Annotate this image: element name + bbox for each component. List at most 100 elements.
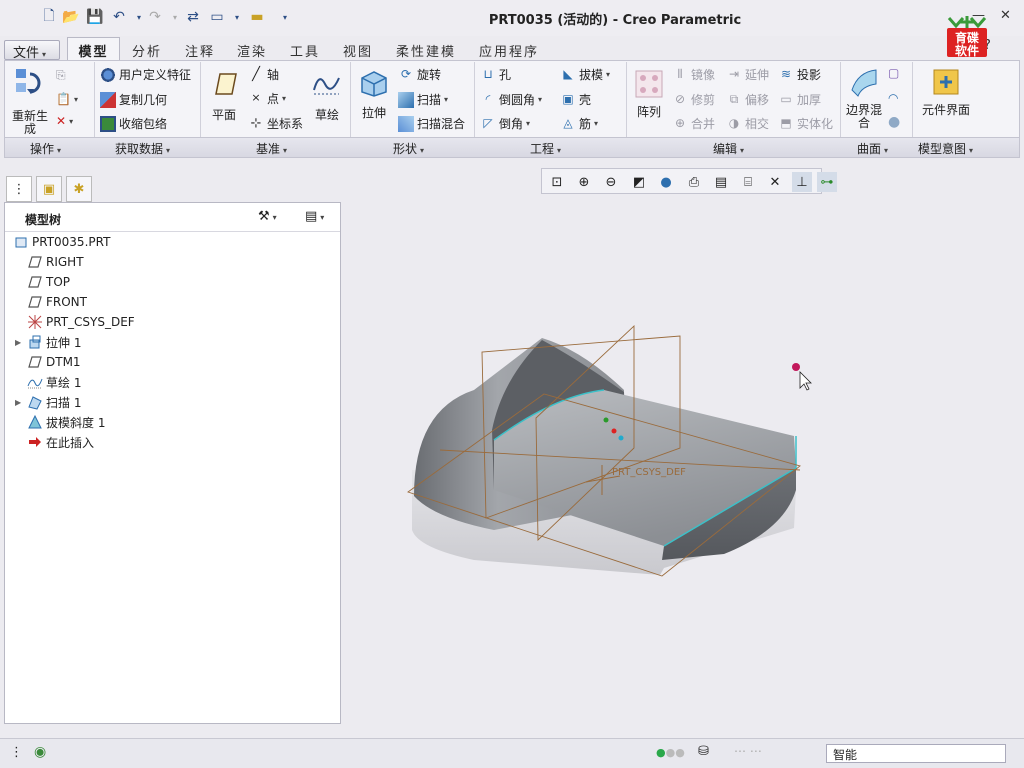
offset-button[interactable]: ⧉ 偏移 [726, 91, 769, 108]
point-button[interactable]: × 点 ▾ [248, 90, 286, 107]
model-tree-tab-icon[interactable]: ⋮ [6, 176, 32, 202]
saved-orientations-icon[interactable]: ⎙ [684, 172, 704, 192]
regenerate-button[interactable]: 重新生成 [10, 66, 50, 136]
show-navigator-icon[interactable]: ⋮ [10, 745, 23, 760]
tree-filter-icon[interactable]: ▤ ▾ [305, 209, 324, 224]
view-manager-icon[interactable]: ▤ [711, 172, 731, 192]
group-engineering[interactable]: 工程 ▾ [530, 140, 561, 157]
tab-tools[interactable]: 工具 [290, 41, 320, 61]
expand-arrow-icon[interactable]: ▶ [15, 338, 27, 347]
udf-button[interactable]: 用户定义特征 [100, 66, 191, 83]
tree-settings-icon[interactable]: ⚒ ▾ [258, 209, 277, 224]
perspective-icon[interactable]: ⌸ [738, 172, 758, 192]
chamfer-button[interactable]: ◸ 倒角 ▾ [480, 115, 530, 132]
tab-render[interactable]: 渲染 [237, 41, 267, 61]
rib-button[interactable]: ◬ 筋 ▾ [560, 115, 598, 132]
copy-geometry-button[interactable]: 复制几何 [100, 91, 167, 108]
plane-button[interactable]: 平面 [206, 68, 242, 123]
group-model-intent[interactable]: 模型意图 ▾ [918, 140, 973, 157]
tab-annotate[interactable]: 注释 [185, 41, 215, 61]
boundary-blend-button[interactable]: 边界混合 [844, 66, 884, 130]
project-button[interactable]: ≋ 投影 [778, 66, 821, 83]
copy-icon[interactable]: ⎘ [56, 68, 66, 83]
solidify-button[interactable]: ⬒ 实体化 [778, 115, 833, 132]
extend-icon: ⇥ [728, 66, 740, 81]
tab-model[interactable]: 模型 [67, 37, 120, 61]
refit-icon[interactable]: ⊡ [547, 172, 567, 192]
fill-surface-icon[interactable]: ▢ [888, 66, 899, 80]
tab-analysis[interactable]: 分析 [132, 41, 162, 61]
zoom-in-icon[interactable]: ⊕ [574, 172, 594, 192]
style-surface-icon[interactable]: ◠ [888, 91, 898, 105]
close-button[interactable]: ✕ [1000, 8, 1011, 23]
sketch-icon [313, 77, 340, 95]
sketch-button[interactable]: 草绘 [310, 68, 344, 123]
folder-browser-tab-icon[interactable]: ▣ [36, 176, 62, 202]
csys-button[interactable]: ⊹ 坐标系 [248, 115, 303, 132]
show-browser-icon[interactable]: ◉ [34, 744, 46, 760]
shrinkwrap-button[interactable]: 收缩包络 [100, 115, 167, 132]
window-title: PRT0035 (活动的) - Creo Parametric [488, 13, 742, 28]
tree-item-feature[interactable]: 在此插入 [5, 432, 335, 452]
paste-icon[interactable]: 📋 ▾ [56, 92, 78, 106]
group-editing[interactable]: 编辑 ▾ [713, 140, 744, 157]
datum-plane-display-icon[interactable]: ⊥ [792, 172, 812, 192]
extrude-button[interactable]: 拉伸 [356, 66, 392, 121]
graphics-viewport[interactable]: PRT_CSYS_DEF [344, 200, 1020, 736]
boundary-blend-icon [851, 69, 877, 97]
tree-item-feature[interactable]: TOP [5, 272, 335, 292]
group-operations[interactable]: 操作 ▾ [30, 140, 61, 157]
selection-filter-dropdown[interactable]: 智能 [826, 744, 1006, 763]
group-surfaces[interactable]: 曲面 ▾ [857, 140, 888, 157]
intersect-button[interactable]: ◑ 相交 [726, 115, 769, 132]
chamfer-icon: ◸ [483, 115, 493, 130]
freestyle-icon[interactable]: ● [888, 114, 900, 130]
tree-item-feature[interactable]: ▶ 扫描 1 [5, 392, 335, 412]
group-datum[interactable]: 基准 ▾ [256, 140, 287, 157]
graphics-toolbar: ⊡ ⊕ ⊖ ◩ ● ⎙ ▤ ⌸ ✕ ⊥ ⊶ [541, 168, 837, 194]
tab-flexible-modeling[interactable]: 柔性建模 [396, 41, 456, 61]
thicken-button[interactable]: ▭ 加厚 [778, 91, 821, 108]
merge-button[interactable]: ⊕ 合并 [672, 115, 715, 132]
sweep-button[interactable]: 扫描 ▾ [398, 91, 448, 108]
trim-button[interactable]: ⊘ 修剪 [672, 91, 715, 108]
mouse-cursor [792, 363, 812, 391]
sweep-icon [27, 394, 43, 410]
pattern-button[interactable]: 阵列 [632, 68, 666, 119]
extend-button[interactable]: ⇥ 延伸 [726, 66, 769, 83]
selection-filter-icon[interactable]: ⛁ [698, 744, 709, 759]
tree-item-feature[interactable]: ▶ 拉伸 1 [5, 332, 335, 352]
tree-item-feature[interactable]: RIGHT [5, 252, 335, 272]
round-button[interactable]: ◜ 倒圆角 ▾ [480, 91, 542, 108]
csys-label: PRT_CSYS_DEF [612, 467, 686, 478]
tree-item-feature[interactable]: DTM1 [5, 352, 335, 372]
datum-display-icon[interactable]: ✕ [765, 172, 785, 192]
revolve-button[interactable]: ⟳ 旋转 [398, 66, 441, 83]
delete-icon[interactable]: ✕ ▾ [56, 114, 73, 128]
tree-item-feature[interactable]: 拔模斜度 1 [5, 412, 335, 432]
zoom-out-icon[interactable]: ⊖ [601, 172, 621, 192]
display-style-icon[interactable]: ● [656, 172, 676, 192]
tab-view[interactable]: 视图 [343, 41, 373, 61]
mirror-button[interactable]: ⫴ 镜像 [672, 66, 715, 83]
tree-item-feature[interactable]: FRONT [5, 292, 335, 312]
swept-blend-button[interactable]: 扫描混合 [398, 115, 465, 132]
component-interface-button[interactable]: 元件界面 [920, 66, 972, 117]
favorites-tab-icon[interactable]: ✱ [66, 176, 92, 202]
group-shapes[interactable]: 形状 ▾ [393, 140, 424, 157]
tab-file[interactable]: 文件 ▾ [4, 40, 60, 61]
shell-button[interactable]: ▣ 壳 [560, 91, 591, 108]
pattern-icon [635, 70, 663, 98]
tree-item-feature[interactable]: 草绘 1 [5, 372, 335, 392]
draft-button[interactable]: ◣ 拔模 ▾ [560, 66, 610, 83]
expand-arrow-icon[interactable]: ▶ [15, 398, 27, 407]
tab-applications[interactable]: 应用程序 [479, 41, 539, 61]
hole-button[interactable]: ⊔ 孔 [480, 66, 511, 83]
tree-item-part[interactable]: PRT0035.PRT [5, 232, 335, 252]
group-get-data[interactable]: 获取数据 ▾ [115, 140, 170, 157]
datum-plane-icon [27, 294, 43, 310]
tree-item-feature[interactable]: PRT_CSYS_DEF [5, 312, 335, 332]
axis-button[interactable]: ╱ 轴 [248, 66, 279, 83]
csys-display-icon[interactable]: ⊶ [817, 172, 837, 192]
repaint-icon[interactable]: ◩ [629, 172, 649, 192]
